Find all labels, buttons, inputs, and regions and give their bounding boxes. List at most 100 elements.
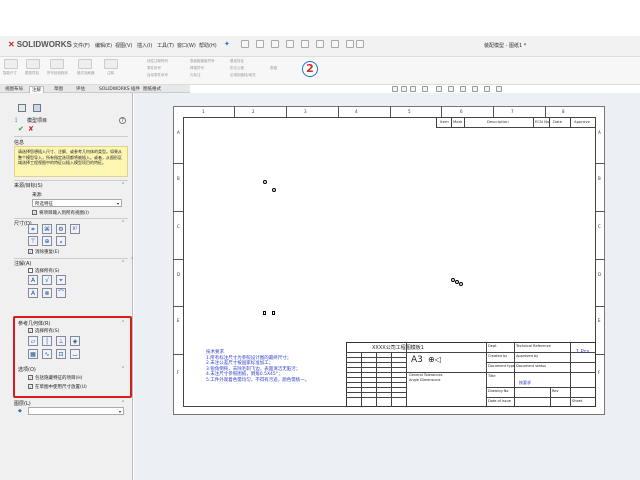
- chevron-up-icon[interactable]: ⌃: [121, 220, 125, 226]
- pin-icon[interactable]: ✦: [224, 40, 232, 48]
- info-section-header[interactable]: 信息: [14, 139, 24, 146]
- source-section-header[interactable]: 来源/目标(S): [14, 182, 43, 189]
- plane-icon[interactable]: ▱: [28, 336, 38, 346]
- instance-count-icon[interactable]: ⚙: [56, 224, 66, 234]
- area-hatch-button[interactable]: 区域剖面线/填充: [230, 73, 256, 78]
- select-all-reference-checkbox[interactable]: ✓: [28, 328, 33, 333]
- tab-annotation[interactable]: 注解: [29, 86, 44, 93]
- hole-mark[interactable]: [272, 188, 276, 192]
- curve-icon[interactable]: ∿: [42, 349, 52, 359]
- view-orientation-icon[interactable]: [436, 86, 442, 92]
- datum-target-icon[interactable]: ⊗: [42, 288, 52, 298]
- geometric-tolerance-button[interactable]: 形位公差: [230, 66, 244, 71]
- menu-file[interactable]: 文件(F): [73, 42, 90, 49]
- hole-wizard-profile-icon[interactable]: ⊤: [28, 236, 38, 246]
- hole-wizard-locations-icon[interactable]: ⊕: [42, 236, 52, 246]
- ok-check-icon[interactable]: ✔: [18, 125, 24, 133]
- surface-finish-button[interactable]: 表面粗糙度符号: [190, 59, 215, 64]
- tab-evaluate[interactable]: 评估: [74, 86, 87, 92]
- chevron-up-icon[interactable]: ⌃: [121, 400, 125, 406]
- model-items-button[interactable]: [26, 59, 40, 69]
- include-hidden-features-checkbox[interactable]: ✓: [28, 375, 33, 380]
- surface-finish-icon[interactable]: √: [42, 275, 52, 285]
- display-style-icon[interactable]: [448, 86, 454, 92]
- help-icon[interactable]: ?: [119, 117, 126, 124]
- tab-sketch[interactable]: 草图: [52, 86, 65, 92]
- undo-icon[interactable]: [301, 40, 309, 48]
- note-icon[interactable]: A: [28, 275, 38, 285]
- print-icon[interactable]: [286, 40, 294, 48]
- previous-view-icon[interactable]: [410, 86, 416, 92]
- layer-dropdown[interactable]: ▾: [28, 407, 124, 415]
- source-dropdown[interactable]: 所选特征 ▾: [32, 199, 122, 207]
- slot-mark[interactable]: [272, 311, 275, 315]
- rebuild-icon[interactable]: [331, 40, 339, 48]
- section-view-icon[interactable]: [422, 86, 428, 92]
- new-icon[interactable]: [241, 40, 249, 48]
- slot-mark[interactable]: [263, 311, 266, 315]
- hide-show-icon[interactable]: [460, 86, 466, 92]
- tab-solidworks-addins[interactable]: SOLIDWORKS 插件: [97, 86, 142, 92]
- save-icon[interactable]: [271, 40, 279, 48]
- annotations-section-header[interactable]: 注解(A): [14, 260, 31, 267]
- marked-for-drawing-icon[interactable]: ⌗: [28, 224, 38, 234]
- chevron-up-icon[interactable]: ⌃: [121, 320, 125, 326]
- hole-callout-icon[interactable]: ⌀: [56, 236, 66, 246]
- weld-symbol-button[interactable]: 焊接符号: [190, 66, 204, 71]
- datum-icon[interactable]: A: [28, 288, 38, 298]
- origin-icon[interactable]: ⊥: [56, 336, 66, 346]
- coordinate-system-icon[interactable]: ⌴: [70, 349, 80, 359]
- balloon-button[interactable]: 零件序号: [147, 66, 161, 71]
- zoom-fit-icon[interactable]: [392, 86, 398, 92]
- tab-sheet-format[interactable]: 图纸格式: [141, 86, 163, 92]
- chevron-up-icon[interactable]: ⌃: [121, 260, 125, 266]
- note-button[interactable]: [104, 59, 118, 69]
- menu-help[interactable]: 帮助(H): [199, 42, 217, 49]
- menu-edit[interactable]: 编辑(E): [95, 42, 112, 49]
- geometric-tolerance-icon[interactable]: ⌖: [56, 275, 66, 285]
- tolerance-dims-icon[interactable]: X²: [70, 224, 80, 234]
- menu-view[interactable]: 视图(V): [115, 42, 132, 49]
- auto-balloon-button[interactable]: 自动零件序号: [147, 73, 168, 78]
- options-gear-icon[interactable]: [356, 40, 364, 48]
- reference-geometry-section-header[interactable]: 参考几何体(R): [18, 320, 50, 327]
- weld-icon[interactable]: ⌒: [56, 288, 66, 298]
- feature-tree-tab-icon[interactable]: [18, 104, 26, 112]
- import-all-views-checkbox[interactable]: ✓: [32, 210, 37, 215]
- axis-icon[interactable]: │: [42, 336, 52, 346]
- edit-appearance-icon[interactable]: [472, 86, 478, 92]
- apply-scene-icon[interactable]: [484, 86, 490, 92]
- options-section-header[interactable]: 选项(O): [18, 366, 36, 373]
- menu-tools[interactable]: 工具(T): [157, 42, 174, 49]
- file-props-icon[interactable]: [346, 40, 354, 48]
- spell-check-button[interactable]: [50, 59, 64, 69]
- route-point-icon[interactable]: ⊡: [56, 349, 66, 359]
- tables-button[interactable]: 表格: [270, 66, 277, 71]
- use-sketch-placement-checkbox[interactable]: ✓: [28, 384, 33, 389]
- property-manager-tab-icon[interactable]: [33, 104, 41, 112]
- linear-note-pattern-button[interactable]: 线性注释阵列: [147, 59, 168, 64]
- hole-callout-button[interactable]: 孔标注: [190, 73, 201, 78]
- hole-mark[interactable]: [263, 180, 267, 184]
- zoom-area-icon[interactable]: [401, 86, 407, 92]
- layer-section-header[interactable]: 图层(L): [14, 400, 31, 407]
- chevron-up-icon[interactable]: ⌃: [121, 366, 125, 372]
- menu-window[interactable]: 窗口(W): [177, 42, 196, 49]
- smart-dimension-button[interactable]: [4, 59, 18, 69]
- point-icon[interactable]: ◈: [70, 336, 80, 346]
- cancel-x-icon[interactable]: ✘: [28, 125, 34, 133]
- hole-mark[interactable]: [459, 282, 463, 286]
- not-marked-icon[interactable]: ⌘: [42, 224, 52, 234]
- select-icon[interactable]: [316, 40, 324, 48]
- tab-view-layout[interactable]: 视图布局: [3, 86, 25, 92]
- view-settings-icon[interactable]: [496, 86, 502, 92]
- chevron-up-icon[interactable]: ⌃: [121, 182, 125, 188]
- solidworks-logo[interactable]: ✕ SOLIDWORKS: [8, 40, 72, 49]
- technical-notes[interactable]: 技术要求 1.所有标注尺寸为参照设计图的最终尺寸； 2.未注公差尺寸按国家标准加…: [206, 350, 346, 400]
- menu-insert[interactable]: 插入(I): [137, 42, 152, 49]
- revision-table[interactable]: Item Mark Description ECN No Date Approv…: [436, 117, 596, 128]
- surface-icon[interactable]: ▦: [28, 349, 38, 359]
- open-icon[interactable]: [256, 40, 264, 48]
- format-painter-button[interactable]: [78, 59, 92, 69]
- select-all-annotations-checkbox[interactable]: [28, 268, 33, 273]
